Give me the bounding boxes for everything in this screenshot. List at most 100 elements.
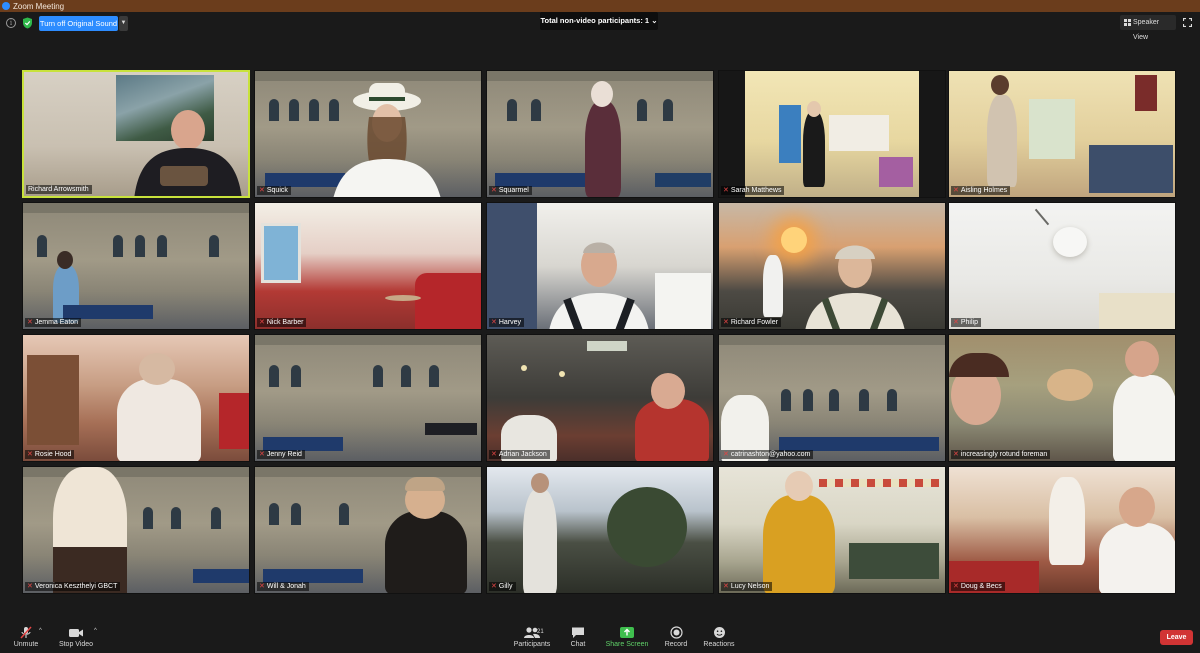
participant-name-label: ✕ Rosie Hood [25,450,75,459]
video-tile[interactable]: ✕ Jemma Eaton [22,202,250,330]
share-screen-label: Share Screen [605,641,649,648]
video-tile[interactable]: ✕ Squarmel [486,70,714,198]
window-titlebar: Zoom Meeting [0,0,1200,12]
video-feed [487,467,713,593]
participant-name-label: ✕ Nick Barber [257,318,307,327]
reactions-label: Reactions [703,641,735,648]
video-tile[interactable]: ✕ Nick Barber [254,202,482,330]
video-tile[interactable]: ✕ Richard Fowler [718,202,946,330]
meeting-info-icon[interactable]: i [6,18,16,28]
video-tile[interactable]: ✕ Veronica Keszthelyi GBCT [22,466,250,594]
muted-mic-icon: ✕ [259,451,265,458]
muted-mic-icon: ✕ [723,451,729,458]
unmute-button[interactable]: Unmute [10,626,42,648]
participant-name-label: ✕ Harvey [489,318,525,327]
participant-name-label: ✕ Jenny Reid [257,450,305,459]
video-options-caret[interactable]: ^ [94,628,97,634]
participant-name-label: ✕ Richard Fowler [721,318,781,327]
stop-video-button[interactable]: Stop Video [56,626,96,648]
video-tile[interactable]: ✕ Harvey [486,202,714,330]
video-tile[interactable]: ✕ Gilly [486,466,714,594]
participants-label: Participants [513,641,551,648]
muted-mic-icon: ✕ [27,319,33,326]
leave-meeting-button[interactable]: Leave [1160,630,1193,645]
stop-video-label: Stop Video [58,641,94,648]
video-tile[interactable]: ✕ Squick [254,70,482,198]
reactions-button[interactable]: Reactions [702,626,736,648]
speaker-view-label: Speaker View [1133,19,1160,41]
video-feed [23,335,249,461]
non-video-participants-label: Total non-video participants: 1 [540,16,650,25]
participant-name-label: ✕ Jemma Eaton [25,318,82,327]
video-feed [949,203,1175,329]
video-feed [487,71,713,197]
chat-icon [572,627,584,638]
chat-label: Chat [570,641,586,648]
muted-mic-icon: ✕ [27,583,33,590]
video-feed [719,467,945,593]
muted-mic-icon: ✕ [491,583,497,590]
muted-mic-icon: ✕ [491,187,497,194]
muted-mic-icon: ✕ [953,583,959,590]
participant-name-label: ✕ Sarah Matthews [721,186,785,195]
muted-mic-icon: ✕ [491,451,497,458]
window-title: Zoom Meeting [13,1,65,11]
video-feed [719,335,945,461]
participant-name-label: ✕ Philip [951,318,981,327]
share-screen-button[interactable]: Share Screen [604,626,650,648]
participant-name-label: ✕ Adrian Jackson [489,450,550,459]
share-screen-icon [620,627,634,638]
video-tile[interactable]: ✕ increasingly rotund foreman [948,334,1176,462]
fullscreen-icon[interactable] [1183,18,1192,27]
video-tile[interactable]: ✕ catrinashton@yahoo.com [718,334,946,462]
emoji-reaction-icon [713,627,725,638]
video-feed [949,335,1175,461]
participant-name-label: ✕ Lucy Nelson [721,582,773,591]
muted-mic-icon: ✕ [491,319,497,326]
original-sound-button[interactable]: Turn off Original Sound [39,16,118,31]
video-tile[interactable]: ✕ Jenny Reid [254,334,482,462]
original-sound-dropdown[interactable]: ▼ [119,16,128,31]
record-button[interactable]: Record [662,626,690,648]
participant-name-label: Richard Arrowsmith [26,185,92,194]
microphone-muted-icon [20,626,32,639]
non-video-participants-dropdown[interactable]: Total non-video participants: 1 ⌄ [540,12,658,30]
video-tile[interactable]: ✕ Lucy Nelson [718,466,946,594]
participant-name-label: ✕ catrinashton@yahoo.com [721,450,814,459]
video-tile[interactable]: ✕ Doug & Becs [948,466,1176,594]
participant-name-label: ✕ increasingly rotund foreman [951,450,1051,459]
video-tile[interactable]: ✕ Will & Jonah [254,466,482,594]
video-feed [23,203,249,329]
muted-mic-icon: ✕ [259,319,265,326]
muted-mic-icon: ✕ [27,451,33,458]
participant-name-label: ✕ Gilly [489,582,516,591]
zoom-app-icon [2,2,10,10]
video-feed [487,335,713,461]
video-feed [255,335,481,461]
speaker-view-button[interactable]: Speaker View [1120,15,1176,41]
video-tile[interactable]: ✕ Philip [948,202,1176,330]
muted-mic-icon: ✕ [259,583,265,590]
muted-mic-icon: ✕ [953,319,959,326]
video-tile[interactable]: ✕ Rosie Hood [22,334,250,462]
participant-name-label: ✕ Doug & Becs [951,582,1005,591]
audio-options-caret[interactable]: ^ [39,628,42,634]
participants-button[interactable]: Participants [512,626,552,648]
record-label: Record [664,641,688,648]
video-feed [949,467,1175,593]
record-icon [669,626,683,639]
muted-mic-icon: ✕ [723,319,729,326]
video-tile[interactable]: ✕ Sarah Matthews [718,70,946,198]
video-tile[interactable]: ✕ Aisling Holmes [948,70,1176,198]
chat-button[interactable]: Chat [566,626,590,648]
video-tile[interactable]: ✕ Adrian Jackson [486,334,714,462]
video-feed [719,71,945,197]
participant-name-label: ✕ Squick [257,186,291,195]
encryption-shield-icon[interactable] [22,17,33,29]
unmute-label: Unmute [13,641,39,648]
chevron-down-icon: ⌄ [651,16,658,25]
video-tile[interactable]: Richard Arrowsmith [22,70,250,198]
muted-mic-icon: ✕ [953,451,959,458]
participant-name-label: ✕ Will & Jonah [257,582,309,591]
meeting-controls-bar: Unmute ^ Stop Video ^ Participants 21 Ch… [0,622,1200,653]
